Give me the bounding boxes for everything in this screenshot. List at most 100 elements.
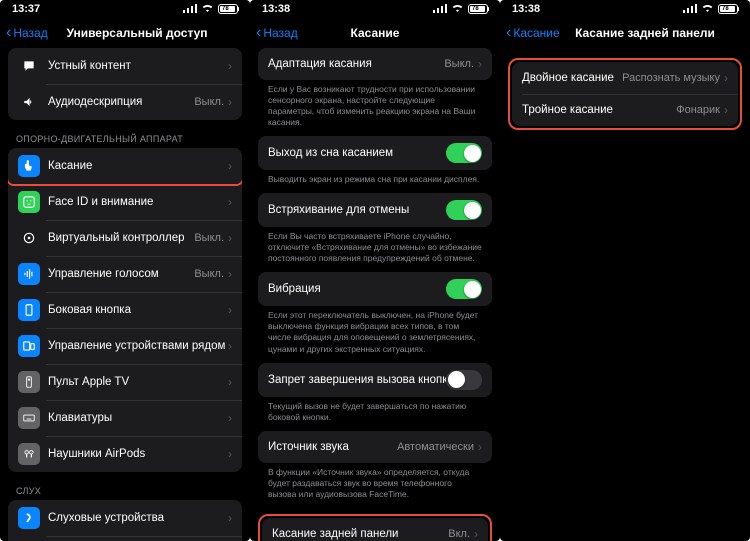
row-faceid[interactable]: Face ID и внимание › — [8, 184, 242, 220]
note-touch-accommodation: Если у Вас возникают трудности при испол… — [258, 80, 492, 136]
row-label: Управление голосом — [48, 268, 194, 280]
chevron-right-icon: › — [228, 411, 232, 425]
chevron-right-icon: › — [228, 59, 232, 73]
row-label: Тройное касание — [522, 104, 676, 116]
row-label: Касание — [48, 160, 228, 172]
back-button[interactable]: ‹ Касание — [506, 25, 560, 41]
chevron-left-icon: ‹ — [6, 25, 11, 41]
section-hearing: СЛУХ — [8, 472, 242, 500]
side-button-icon — [18, 299, 40, 321]
status-icons: 78 — [433, 3, 488, 16]
chevron-right-icon: › — [228, 95, 232, 109]
row-voice-control[interactable]: Управление голосом Выкл. › — [8, 256, 242, 292]
signal-icon — [433, 3, 447, 16]
row-back-tap[interactable]: Касание задней панели Вкл. › — [262, 518, 488, 541]
chevron-right-icon: › — [228, 267, 232, 281]
chevron-left-icon: ‹ — [256, 25, 261, 41]
back-button[interactable]: ‹ Назад — [256, 25, 298, 41]
battery-icon: 78 — [718, 4, 738, 14]
signal-icon — [683, 3, 697, 16]
row-audio-routing[interactable]: Источник звука Автоматически › — [258, 431, 492, 463]
chevron-right-icon: › — [228, 303, 232, 317]
chevron-right-icon: › — [478, 440, 482, 454]
battery-icon: 78 — [218, 4, 238, 14]
row-nearby-devices[interactable]: Управление устройствами рядом › — [8, 328, 242, 364]
row-touch-accommodation[interactable]: Адаптация касания Выкл. › — [258, 48, 492, 80]
row-airpods[interactable]: Наушники AirPods › — [8, 436, 242, 472]
note-shake-to-undo: Если Вы часто встряхиваете iPhone случай… — [258, 227, 492, 272]
row-label: Боковая кнопка — [48, 304, 228, 316]
chevron-right-icon: › — [478, 57, 482, 71]
note-audio-routing: В функции «Источник звука» определяется,… — [258, 463, 492, 508]
row-value: Выкл. — [444, 58, 474, 70]
row-value: Автоматически — [397, 441, 474, 453]
row-value: Вкл. — [448, 528, 470, 540]
chevron-right-icon: › — [474, 527, 478, 541]
chevron-right-icon: › — [228, 375, 232, 389]
chevron-right-icon: › — [228, 195, 232, 209]
row-label: Управление устройствами рядом — [48, 340, 228, 352]
row-keyboards[interactable]: Клавиатуры › — [8, 400, 242, 436]
screen-back-tap: 13:38 78 ‹ Касание Касание задней панели… — [500, 0, 750, 541]
row-switch-control[interactable]: Виртуальный контроллер Выкл. › — [8, 220, 242, 256]
row-label: Вибрация — [268, 283, 446, 295]
nav-bar: ‹ Назад Касание — [250, 18, 500, 48]
toggle-tap-to-wake[interactable] — [446, 143, 482, 163]
row-sound-control[interactable]: Пункт управления звуком › — [8, 536, 242, 541]
chevron-right-icon: › — [724, 103, 728, 117]
highlight-back-tap: Касание задней панели Вкл. › — [258, 514, 492, 541]
row-value: Выкл. — [194, 96, 224, 108]
row-value: Выкл. — [194, 232, 224, 244]
row-value: Выкл. — [194, 268, 224, 280]
battery-icon: 78 — [468, 4, 488, 14]
hand-tap-icon — [18, 155, 40, 177]
chevron-left-icon: ‹ — [506, 25, 511, 41]
row-side-button[interactable]: Боковая кнопка › — [8, 292, 242, 328]
back-label: Назад — [263, 26, 297, 40]
row-appletv-remote[interactable]: Пульт Apple TV › — [8, 364, 242, 400]
row-triple-tap[interactable]: Тройное касание Фонарик › — [512, 94, 738, 126]
row-label: Выход из сна касанием — [268, 147, 446, 159]
row-label: Виртуальный контроллер — [48, 232, 194, 244]
row-label: Адаптация касания — [268, 58, 444, 70]
status-bar: 13:37 78 — [0, 0, 250, 18]
row-touch[interactable]: Касание › — [8, 148, 242, 184]
chevron-right-icon: › — [724, 71, 728, 85]
status-icons: 78 — [683, 3, 738, 16]
wifi-icon — [451, 3, 464, 16]
row-spoken-content[interactable]: Устный контент › — [8, 48, 242, 84]
row-label: Пульт Apple TV — [48, 376, 228, 388]
row-vibration[interactable]: Вибрация — [258, 272, 492, 306]
row-label: Запрет завершения вызова кнопкой — [268, 374, 446, 386]
row-label: Устный контент — [48, 60, 228, 72]
back-button[interactable]: ‹ Назад — [6, 25, 48, 41]
row-call-lock[interactable]: Запрет завершения вызова кнопкой — [258, 363, 492, 397]
row-audio-description[interactable]: Аудиодескрипция Выкл. › — [8, 84, 242, 120]
row-label: Встряхивание для отмены — [268, 204, 446, 216]
status-icons: 78 — [183, 3, 238, 16]
status-time: 13:38 — [512, 3, 540, 15]
row-label: Двойное касание — [522, 72, 622, 84]
toggle-shake-to-undo[interactable] — [446, 200, 482, 220]
chevron-right-icon: › — [228, 511, 232, 525]
remote-icon — [18, 371, 40, 393]
ear-icon — [18, 507, 40, 529]
row-shake-to-undo[interactable]: Встряхивание для отмены — [258, 193, 492, 227]
row-hearing-devices[interactable]: Слуховые устройства › — [8, 500, 242, 536]
status-time: 13:37 — [12, 3, 40, 15]
row-tap-to-wake[interactable]: Выход из сна касанием — [258, 136, 492, 170]
status-bar: 13:38 78 — [500, 0, 750, 18]
row-label: Источник звука — [268, 441, 397, 453]
voice-wave-icon — [18, 263, 40, 285]
toggle-vibration[interactable] — [446, 279, 482, 299]
back-label: Назад — [13, 26, 47, 40]
keyboard-icon — [18, 407, 40, 429]
wifi-icon — [701, 3, 714, 16]
row-double-tap[interactable]: Двойное касание Распознать музыку › — [512, 62, 738, 94]
chevron-right-icon: › — [228, 231, 232, 245]
highlight-touch: Касание › — [8, 148, 242, 186]
toggle-call-lock[interactable] — [446, 370, 482, 390]
note-call-lock: Текущий вызов не будет завершаться по на… — [258, 397, 492, 431]
faceid-icon — [18, 191, 40, 213]
back-label: Касание — [513, 26, 559, 40]
